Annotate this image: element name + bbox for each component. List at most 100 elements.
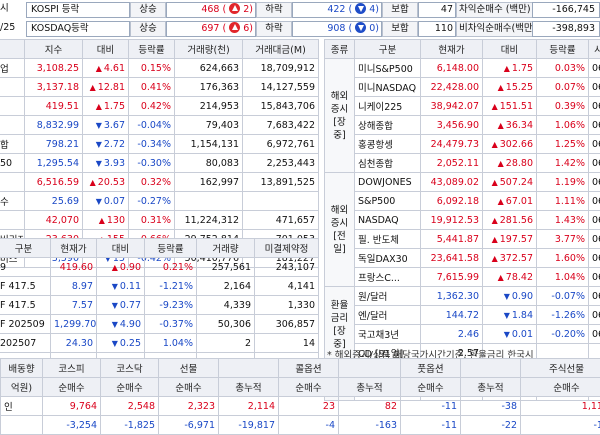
down-triangle-icon: ▼ bbox=[504, 330, 510, 339]
table-row[interactable]: 배동향코스피코스닥선물콜옵션풋옵션주식선물 bbox=[1, 359, 600, 378]
col-header-category[interactable]: 구분 bbox=[0, 239, 51, 258]
table-row[interactable]: 업3,108.25▲4.610.15%624,66318,709,912 bbox=[0, 59, 319, 78]
table-row[interactable]: 501,295.54▼3.93-0.30%80,0832,253,443 bbox=[0, 154, 319, 173]
futures-table: 구분 현재가 대비 등락률 거래량 미결제약정 9419.60▲0.900.21… bbox=[0, 238, 319, 372]
table-row[interactable]: 프랑스C...7,615.99▲78.421.04%06/ bbox=[325, 268, 600, 287]
investor-value-cell: 82 bbox=[339, 397, 401, 416]
col-header-rate[interactable]: 등락률 bbox=[537, 40, 589, 59]
col-header-category[interactable]: 구분 bbox=[355, 40, 421, 59]
table-row[interactable]: 3,137.18▲12.810.41%176,36314,127,559 bbox=[0, 78, 319, 97]
col-header-open-interest[interactable]: 미결제약정 bbox=[255, 239, 319, 258]
table-row[interactable]: 419.51▲1.750.42%214,95315,843,706 bbox=[0, 97, 319, 116]
table-row[interactable]: 독일DAX3023,641.58▲372.571.60%06/ bbox=[325, 249, 600, 268]
up-triangle-icon: ▲ bbox=[90, 83, 96, 92]
time-value: 06/ bbox=[589, 211, 600, 230]
up-label: 상승 bbox=[130, 2, 166, 18]
col-header-volume[interactable]: 거래량 bbox=[197, 239, 255, 258]
row-name bbox=[0, 116, 25, 135]
rate-value: 1.43% bbox=[537, 211, 589, 230]
rate-value: 0.41% bbox=[129, 78, 175, 97]
table-row[interactable]: 20250724.30▼0.251.04%214 bbox=[0, 334, 319, 353]
change-cell: ▲67.01 bbox=[483, 192, 537, 211]
price-value: 144.72 bbox=[421, 306, 483, 325]
col-header-change[interactable]: 대비 bbox=[97, 239, 145, 258]
table-row[interactable]: F 2025091,299.70▼4.90-0.37%50,306306,857 bbox=[0, 315, 319, 334]
table-row[interactable]: 8,832.99▼3.67-0.04%79,4037,683,422 bbox=[0, 116, 319, 135]
table-row[interactable]: 홍콩항셍24,479.73▲302.661.25%06/ bbox=[325, 135, 600, 154]
col-header-volume[interactable]: 거래량(천) bbox=[175, 40, 243, 59]
col-header-rate[interactable]: 등락률 bbox=[129, 40, 175, 59]
table-row[interactable]: 해외 증시 [전일]DOWJONES43,089.02▲507.241.19%0… bbox=[325, 173, 600, 192]
table-row[interactable]: F 417.57.57▼0.77-9.23%4,3391,330 bbox=[0, 296, 319, 315]
change-value: 0.11 bbox=[120, 281, 141, 292]
up-triangle-icon: ▲ bbox=[492, 102, 498, 111]
table-row[interactable]: 필. 반도체5,441.87▲197.573.77%06/ bbox=[325, 230, 600, 249]
table-row[interactable]: NASDAQ19,912.53▲281.561.43%06/ bbox=[325, 211, 600, 230]
table-row[interactable]: -3,254-1,825-6,971-19,817-4-163-11-22-13 bbox=[1, 416, 600, 435]
time-value: 06/ bbox=[589, 78, 600, 97]
up-triangle-icon: ▲ bbox=[492, 254, 498, 263]
table-row[interactable]: F 417.58.97▼0.11-1.21%2,1644,141 bbox=[0, 277, 319, 296]
up-triangle-icon: ▲ bbox=[498, 197, 504, 206]
rate-value: 0.15% bbox=[129, 59, 175, 78]
price-value: 24.30 bbox=[51, 334, 97, 353]
col-header-change[interactable]: 대비 bbox=[83, 40, 129, 59]
rate-value: -0.20% bbox=[537, 325, 589, 344]
market-name: 필. 반도체 bbox=[355, 230, 421, 249]
table-row[interactable]: 42,070▲1300.31%11,224,312471,657 bbox=[0, 211, 319, 230]
change-value: 4.61 bbox=[104, 63, 125, 74]
change-cell: ▼0.77 bbox=[97, 296, 145, 315]
col-header-amount[interactable]: 거래대금(M) bbox=[243, 40, 319, 59]
volume-value: 257,561 bbox=[197, 258, 255, 277]
table-row[interactable]: 합798.21▼2.72-0.34%1,154,1316,972,761 bbox=[0, 135, 319, 154]
change-cell: ▼0.07 bbox=[83, 192, 129, 211]
kospi-breadth-label: KOSPI 등락 bbox=[26, 2, 130, 18]
col-header-time[interactable]: 시 bbox=[589, 40, 600, 59]
change-cell: ▲197.57 bbox=[483, 230, 537, 249]
col-header-price[interactable]: 현재가 bbox=[51, 239, 97, 258]
investor-header-cell: 코스피 bbox=[43, 359, 101, 378]
price-value: 24,479.73 bbox=[421, 135, 483, 154]
index-value: 25.69 bbox=[25, 192, 83, 211]
table-row[interactable]: 심천종합2,052.11▲28.801.42%06/ bbox=[325, 154, 600, 173]
investor-header-cell: 순매수 bbox=[43, 378, 101, 397]
rate-value: -0.34% bbox=[129, 135, 175, 154]
volume-value: 176,363 bbox=[175, 78, 243, 97]
investor-header-cell: 총누적 bbox=[219, 378, 279, 397]
change-value: 372.57 bbox=[500, 253, 533, 264]
group-label: 해외 증시 [전일] bbox=[325, 173, 355, 287]
change-value: 67.01 bbox=[506, 196, 533, 207]
table-row[interactable]: 인9,7642,5482,3232,1142382-11-381,119 bbox=[1, 397, 600, 416]
investor-value-cell: -11 bbox=[401, 397, 461, 416]
table-row[interactable]: 니케이22538,942.07▲151.510.39%06/ bbox=[325, 97, 600, 116]
table-row[interactable]: 수25.69▼0.07-0.27% bbox=[0, 192, 319, 211]
flat-label: 보합 bbox=[382, 21, 418, 37]
table-row[interactable]: 9419.60▲0.900.21%257,561243,107 bbox=[0, 258, 319, 277]
table-row[interactable]: 국고채3년2.46▼0.01-0.20%06/ bbox=[325, 325, 600, 344]
table-row[interactable]: 해외 증시 [장중]미니S&P5006,148.00▲1.750.03%06/ bbox=[325, 59, 600, 78]
row-name bbox=[0, 78, 25, 97]
market-name: 심천종합 bbox=[355, 154, 421, 173]
kosdaq-flat-count: 110 bbox=[418, 21, 456, 37]
col-header-price[interactable]: 현재가 bbox=[421, 40, 483, 59]
col-header-type[interactable]: 종류 bbox=[325, 40, 355, 59]
table-row[interactable]: 억원)순매수순매수순매수총누적순매수총누적순매수총누적순매수 bbox=[1, 378, 600, 397]
rate-value: 0.07% bbox=[537, 78, 589, 97]
change-cell: ▲0.90 bbox=[97, 258, 145, 277]
table-row[interactable]: 상해종합3,456.90▲36.341.06%06/ bbox=[325, 116, 600, 135]
open-interest-value: 243,107 bbox=[255, 258, 319, 277]
rate-value: 0.39% bbox=[537, 97, 589, 116]
table-row[interactable]: 6,516.59▲20.530.32%162,99713,891,525 bbox=[0, 173, 319, 192]
table-row[interactable]: 환율 금리 [장중]원/달러1,362.30▼0.90-0.07%06/ bbox=[325, 287, 600, 306]
table-row[interactable]: 엔/달러144.72▼1.84-1.26%06/ bbox=[325, 306, 600, 325]
table-row[interactable]: S&P5006,092.18▲67.011.11%06/ bbox=[325, 192, 600, 211]
table-row[interactable]: 미니NASDAQ22,428.00▲15.250.07%06/ bbox=[325, 78, 600, 97]
col-header-index[interactable]: 지수 bbox=[25, 40, 83, 59]
col-header-change[interactable]: 대비 bbox=[483, 40, 537, 59]
investor-header-cell: 선물 bbox=[159, 359, 219, 378]
change-value: 1.84 bbox=[512, 310, 533, 321]
col-header-rate[interactable]: 등락률 bbox=[145, 239, 197, 258]
volume-value: 80,083 bbox=[175, 154, 243, 173]
date-label: /25 bbox=[0, 21, 15, 35]
time-value: 06/ bbox=[589, 268, 600, 287]
